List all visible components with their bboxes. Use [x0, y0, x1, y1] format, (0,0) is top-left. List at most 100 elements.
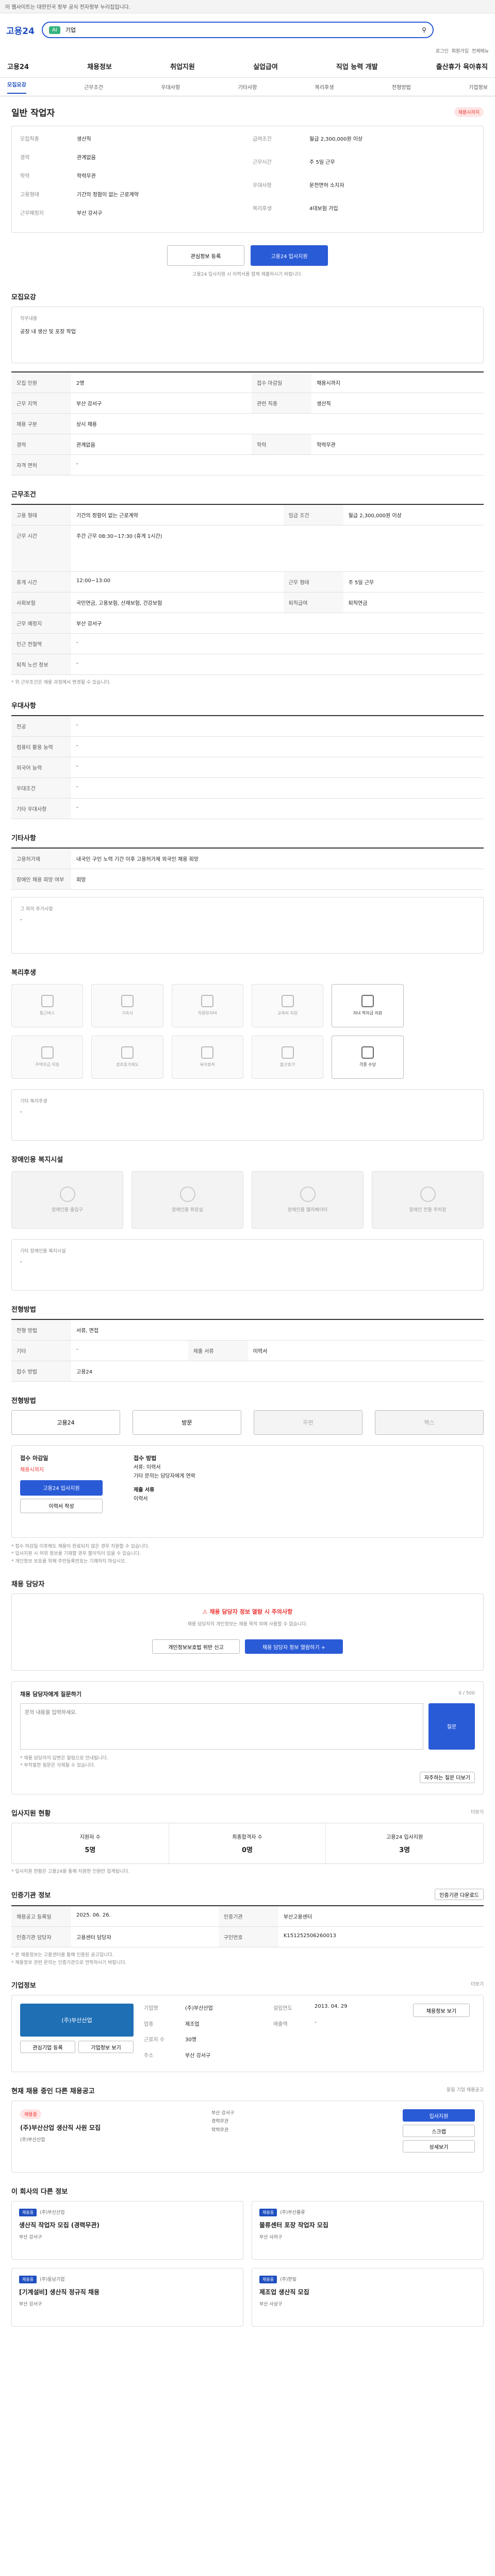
deadline-value: 채용시까지	[20, 1467, 44, 1473]
tab-welfare[interactable]: 복리후생	[315, 83, 334, 91]
company-jobs-button[interactable]: 채용정보 보기	[413, 2004, 470, 2018]
cell-value: -	[71, 454, 484, 476]
other-job-card[interactable]: 채용중 (주)부산산업 생산직 사원 모집 (주)부산산업 부산 강서구 경력무…	[11, 2100, 484, 2173]
site-logo[interactable]: 고용24	[6, 24, 35, 37]
welfare-item: 기숙사	[91, 984, 163, 1027]
cell-label: 경력	[11, 434, 71, 455]
scrap-button[interactable]: 관심정보 등록	[167, 245, 244, 266]
cell-value: -	[71, 654, 484, 675]
nav-home[interactable]: 고용24	[7, 61, 29, 71]
cell-label: 자격 면허	[11, 454, 71, 476]
nav-training[interactable]: 직업 능력 개발	[336, 61, 378, 71]
similar-job-card[interactable]: 채용중 (주)부산산업 생산직 작업자 모집 (경력무관) 부산 강서구	[11, 2201, 243, 2260]
welfare-label: 각종 수당	[359, 1062, 376, 1067]
welfare-item: 차량유지비	[171, 984, 243, 1027]
follow-company-button[interactable]: 관심기업 등록	[20, 2041, 75, 2054]
welfare-label: 자녀 학자금 지원	[353, 1011, 383, 1016]
tab-company[interactable]: 기업정보	[469, 83, 488, 91]
disability-title: 장애인용 복지시설	[11, 1156, 63, 1164]
tab-recruit[interactable]: 모집요강	[7, 80, 26, 94]
other-apply-button[interactable]: 입사지원	[403, 2109, 475, 2122]
apply-note-line: * 입사지원 시 허위 정보를 기재할 경우 불이익이 있을 수 있습니다.	[11, 1551, 141, 1557]
resume-button[interactable]: 이력서 작성	[20, 1498, 103, 1513]
nav-jobs[interactable]: 채용정보	[87, 61, 112, 71]
summary-value: 부산 강서구	[77, 211, 103, 216]
scholarship-icon	[361, 995, 374, 1008]
cell-value: 월급 2,300,000원 이상	[343, 504, 484, 526]
cell-value: 내국인 구인 노력 기간 이후 고용허가제 외국인 채용 희망	[71, 848, 484, 869]
job-company: (주)부산물류	[280, 2210, 305, 2216]
cell-label: 퇴직급여	[283, 592, 343, 614]
nav-unemployment[interactable]: 실업급여	[253, 61, 278, 71]
apply-button[interactable]: 고용24 입사지원	[251, 245, 328, 266]
similar-job-card[interactable]: 채용중 (주)한빛 제조업 생산직 모집 부산 사상구	[252, 2268, 484, 2327]
report-button[interactable]: 개인정보보호법 위반 신고	[152, 1639, 240, 1654]
disability-label: 장애인 전용 주차장	[409, 1208, 447, 1213]
nav-leave[interactable]: 출산휴가 육아휴직	[436, 61, 488, 71]
search-input[interactable]	[65, 26, 417, 33]
job-title-link[interactable]: 제조업 생산직 모집	[259, 2287, 476, 2296]
nav-support[interactable]: 취업지원	[170, 61, 195, 71]
online-apply-button[interactable]: 고용24 입사지원	[20, 1480, 103, 1496]
cell-value: -	[71, 1340, 188, 1361]
tab-prefer[interactable]: 우대사항	[161, 83, 180, 91]
all-menu-link[interactable]: 전체메뉴	[472, 47, 489, 54]
stat-value: 5명	[85, 1846, 96, 1854]
cell-value: 퇴직연금	[343, 592, 484, 614]
cell-value: 관계없음	[71, 434, 252, 455]
cell-label: 채용공고 등록일	[11, 1906, 71, 1927]
similar-job-card[interactable]: 채용중 (주)동남기업 [기계설비] 생산직 정규직 채용 부산 강서구	[11, 2268, 243, 2327]
job-title-link[interactable]: 물류센터 포장 작업자 모집	[259, 2221, 476, 2229]
company-value: 제조업	[185, 2021, 200, 2027]
similar-job-card[interactable]: 채용중 (주)부산물류 물류센터 포장 작업자 모집 부산 사하구	[252, 2201, 484, 2260]
qna-submit-button[interactable]: 질문	[428, 1703, 475, 1750]
stat-value: 3명	[399, 1846, 410, 1854]
job-title-link[interactable]: 생산직 작업자 모집 (경력무관)	[19, 2221, 236, 2229]
header: 고용24 AI ⚲	[0, 13, 495, 46]
faq-more-button[interactable]: 자주하는 질문 더보기	[419, 1771, 475, 1783]
company-value: 부산 강서구	[185, 2053, 211, 2059]
status-badge: 채용중	[19, 2276, 37, 2284]
search-bar[interactable]: AI ⚲	[41, 22, 434, 38]
stats-more-link[interactable]: 더보기	[471, 1809, 484, 1816]
method-online-button[interactable]: 고용24	[11, 1410, 120, 1435]
cell-value: -	[71, 798, 484, 819]
method-visit-button[interactable]: 방문	[133, 1410, 241, 1435]
stat-item: 지원자 수 5명	[12, 1823, 169, 1863]
cell-label: 외국어 능력	[11, 757, 71, 778]
welfare-label: 육아휴직	[200, 1062, 216, 1067]
cell-value: 서류, 면접	[71, 1319, 484, 1341]
cell-value: -	[71, 736, 484, 757]
etc-other-card: 그 외의 추가사항 -	[11, 896, 484, 954]
tab-work[interactable]: 근무조건	[84, 83, 103, 91]
company-info-button[interactable]: 기업정보 보기	[78, 2041, 134, 2054]
company-more-link[interactable]: 더보기	[471, 1981, 484, 1988]
welfare-grid: 통근버스 기숙사 차량유지비 교육비 지원 자녀 학자금 지원 주택자금 지원 …	[11, 984, 484, 1079]
tab-process[interactable]: 전형방법	[392, 83, 411, 91]
job-title-link[interactable]: [기계설비] 생산직 정규직 채용	[19, 2287, 236, 2296]
warning-title: ⚠ 채용 담당자 정보 열람 시 주의사항	[20, 1607, 475, 1616]
tab-etc[interactable]: 기타사항	[238, 83, 257, 91]
view-contact-button[interactable]: 채용 담당자 정보 열람하기 +	[245, 1639, 343, 1654]
welfare-label: 출산휴가	[279, 1062, 295, 1067]
other-job-title[interactable]: (주)부산산업 생산직 사원 모집	[20, 2123, 203, 2132]
stat-label: 최종합격자 수	[232, 1834, 262, 1840]
agency-download-button[interactable]: 인증기관 다운로드	[435, 1889, 484, 1901]
search-icon[interactable]: ⚲	[422, 26, 426, 33]
qna-textarea[interactable]	[20, 1703, 423, 1750]
deadline-badge: 채용시까지	[454, 107, 484, 117]
etc-title: 기타사항	[11, 834, 36, 842]
other-note: 동일 기업 채용공고	[447, 2088, 484, 2093]
signup-link[interactable]: 회원가입	[452, 47, 469, 54]
cell-label: 인증기관 담당자	[11, 1926, 71, 1948]
welfare-item-active: 각종 수당	[332, 1035, 404, 1079]
welfare-item: 경조휴가제도	[91, 1035, 163, 1079]
disability-item: 장애인용 출입구	[11, 1171, 123, 1229]
disability-item: 장애인용 화장실	[131, 1171, 243, 1229]
login-link[interactable]: 로그인	[436, 47, 449, 54]
other-detail-button[interactable]: 상세보기	[403, 2140, 475, 2153]
cell-label: 접수 방법	[11, 1361, 71, 1382]
cell-value: 생산직	[311, 393, 484, 414]
other-scrap-button[interactable]: 스크랩	[403, 2125, 475, 2138]
cell-value: -	[71, 777, 484, 799]
